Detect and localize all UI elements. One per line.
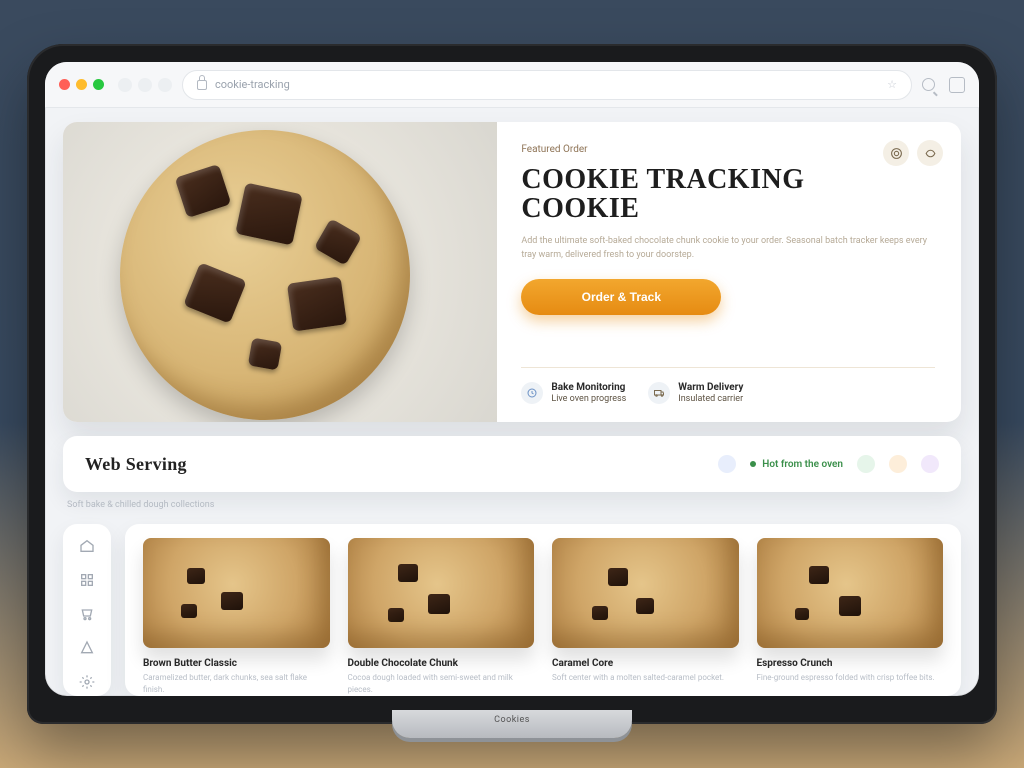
hero-title: COOKIE TRACKING COOKIE: [521, 165, 935, 224]
laptop-base: Cookies: [392, 710, 632, 738]
rail-home-icon[interactable]: [76, 538, 98, 554]
section-title: Web Serving: [85, 454, 187, 475]
search-icon[interactable]: [922, 78, 935, 91]
hero-features: Bake MonitoringLive oven progress Warm D…: [521, 367, 935, 404]
minimize-window-button[interactable]: [76, 79, 87, 90]
hero-content: Featured Order COOKIE TRACKING COOKIE: [497, 122, 961, 422]
product-thumb: [143, 538, 330, 648]
laptop-brand: Cookies: [494, 715, 530, 725]
hero-image: [63, 122, 497, 422]
hero-card: Featured Order COOKIE TRACKING COOKIE: [63, 122, 961, 422]
product-thumb: [348, 538, 535, 648]
close-window-button[interactable]: [59, 79, 70, 90]
rail-settings-icon[interactable]: [76, 674, 98, 690]
catalog-area: Brown Butter Classic Caramelized butter,…: [63, 524, 961, 696]
product-blurb: Cocoa dough loaded with semi-sweet and m…: [348, 672, 535, 696]
hero-meta-top: Featured Order: [521, 144, 935, 155]
product-thumb: [757, 538, 944, 648]
rail-cart-icon[interactable]: [76, 606, 98, 622]
product-grid: Brown Butter Classic Caramelized butter,…: [125, 524, 961, 696]
address-bar[interactable]: cookie-tracking ☆: [182, 70, 912, 100]
feature-bake-monitoring: Bake MonitoringLive oven progress: [521, 382, 626, 404]
tab-favicons: [118, 78, 172, 92]
product-blurb: Soft center with a molten salted-caramel…: [552, 672, 739, 694]
filter-pill-icon[interactable]: [857, 455, 875, 473]
cookie-illustration: [120, 130, 410, 420]
favicon-icon: [158, 78, 172, 92]
product-name: Brown Butter Classic: [143, 658, 330, 669]
section-subtitle: Soft bake & chilled dough collections: [67, 500, 961, 510]
section-header: Web Serving Hot from the oven: [63, 436, 961, 492]
filter-pill-icon[interactable]: [889, 455, 907, 473]
window-controls: [59, 79, 104, 90]
bookmark-star-icon[interactable]: ☆: [887, 78, 897, 91]
bookmark-icon[interactable]: [917, 140, 943, 166]
feature-warm-delivery: Warm DeliveryInsulated carrier: [648, 382, 743, 404]
filter-pill-icon[interactable]: [718, 455, 736, 473]
side-rail: [63, 524, 111, 696]
laptop-frame: cookie-tracking ☆: [27, 44, 997, 724]
product-card[interactable]: Double Chocolate Chunk Cocoa dough loade…: [348, 538, 535, 696]
filter-pill-icon[interactable]: [921, 455, 939, 473]
favicon-icon: [118, 78, 132, 92]
product-card[interactable]: Caramel Core Soft center with a molten s…: [552, 538, 739, 696]
product-name: Double Chocolate Chunk: [348, 658, 535, 669]
lock-icon: [197, 80, 207, 90]
address-text: cookie-tracking: [215, 78, 290, 91]
screen: cookie-tracking ☆: [45, 62, 979, 696]
product-card[interactable]: Brown Butter Classic Caramelized butter,…: [143, 538, 330, 696]
share-icon[interactable]: [883, 140, 909, 166]
favicon-icon: [138, 78, 152, 92]
product-blurb: Caramelized butter, dark chunks, sea sal…: [143, 672, 330, 696]
filter-active-label[interactable]: Hot from the oven: [750, 459, 843, 470]
product-name: Caramel Core: [552, 658, 739, 669]
maximize-window-button[interactable]: [93, 79, 104, 90]
screen-bezel: cookie-tracking ☆: [27, 44, 997, 724]
hero-badge: Featured Order: [521, 144, 587, 155]
page-body: Featured Order COOKIE TRACKING COOKIE: [45, 108, 979, 696]
rail-bell-icon[interactable]: [76, 640, 98, 656]
extensions-icon[interactable]: [949, 77, 965, 93]
hero-description: Add the ultimate soft-baked chocolate ch…: [521, 234, 935, 263]
browser-actions: [922, 77, 965, 93]
browser-chrome: cookie-tracking ☆: [45, 62, 979, 108]
order-track-button[interactable]: Order & Track: [521, 279, 721, 315]
product-name: Espresso Crunch: [757, 658, 944, 669]
delivery-icon: [648, 382, 670, 404]
product-card[interactable]: Espresso Crunch Fine-ground espresso fol…: [757, 538, 944, 696]
rail-grid-icon[interactable]: [76, 572, 98, 588]
oven-icon: [521, 382, 543, 404]
product-thumb: [552, 538, 739, 648]
product-blurb: Fine-ground espresso folded with crisp t…: [757, 672, 944, 694]
